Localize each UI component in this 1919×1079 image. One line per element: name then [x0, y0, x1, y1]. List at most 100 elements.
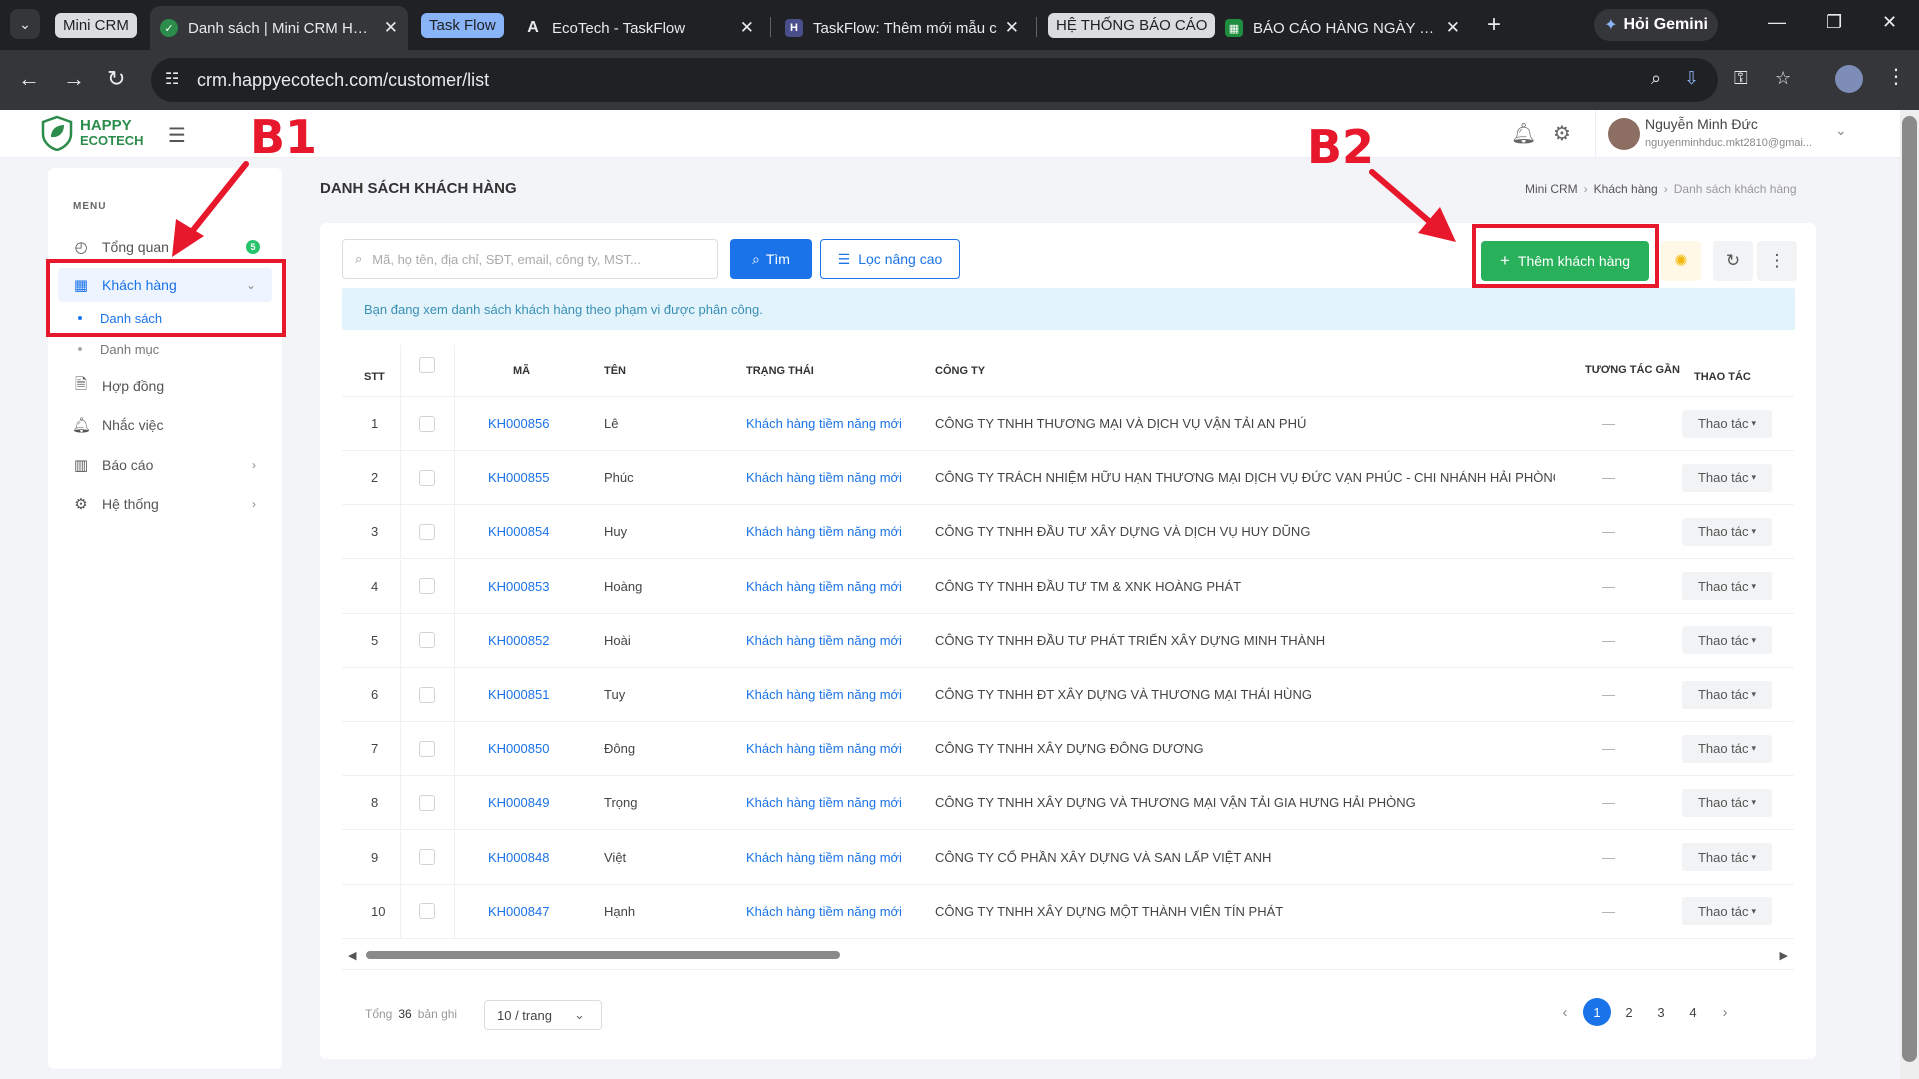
scroll-right-icon[interactable]: ▶ [1780, 949, 1788, 962]
window-close-icon[interactable]: ✕ [1882, 12, 1897, 33]
row-checkbox[interactable] [419, 740, 435, 757]
customer-code-link[interactable]: KH000853 [488, 560, 549, 613]
table-row[interactable]: 7 KH000850 Đông Khách hàng tiềm năng mới CÔN… [342, 722, 1794, 777]
sidebar-item-hop-dong[interactable]: 🗎︎ Hợp đồng [58, 369, 272, 403]
password-key-icon[interactable]: ⚿ [1734, 68, 1748, 89]
scroll-left-icon[interactable]: ◀ [348, 949, 356, 962]
prev-page-icon[interactable]: ‹ [1549, 996, 1581, 1028]
table-row[interactable]: 9 KH000848 Việt Khách hàng tiềm năng mới CÔN… [342, 830, 1794, 885]
page-button-2[interactable]: 2 [1613, 996, 1645, 1028]
table-row[interactable]: 6 KH000851 Tuy Khách hàng tiềm năng mới CÔNG… [342, 668, 1794, 722]
customer-code-link[interactable]: KH000854 [488, 505, 549, 558]
tab-bao-cao-hang-ngay[interactable]: ▦ BÁO CÁO HÀNG NGÀY TE ✕ [1215, 6, 1470, 50]
tab-group-mini-crm[interactable]: Mini CRM [55, 13, 137, 38]
row-checkbox[interactable] [419, 578, 435, 595]
row-checkbox[interactable] [419, 794, 435, 811]
table-row[interactable]: 4 KH000853 Hoàng Khách hàng tiềm năng mới CÔ… [342, 559, 1794, 614]
row-actions-button[interactable]: Thao tác ▾ [1682, 897, 1772, 926]
sidebar-item-nhac-viec[interactable]: 🔔︎ Nhắc việc [58, 408, 272, 442]
breadcrumb-item[interactable]: Mini CRM [1525, 182, 1578, 196]
url-text[interactable]: crm.happyecotech.com/customer/list [197, 70, 489, 91]
customer-code-link[interactable]: KH000851 [488, 668, 549, 721]
table-row[interactable]: 1 KH000856 Lê Khách hàng tiềm năng mới CÔNG … [342, 397, 1794, 451]
row-actions-button[interactable]: Thao tác ▾ [1682, 463, 1772, 492]
address-bar[interactable]: ☷ crm.happyecotech.com/customer/list ⌕ ⇩ [151, 58, 1718, 102]
horizontal-scrollbar[interactable]: ◀ ▶ [342, 948, 1794, 962]
row-actions-button[interactable]: Thao tác ▾ [1682, 843, 1772, 872]
breadcrumb-item[interactable]: Khách hàng [1594, 182, 1658, 196]
page-size-select[interactable]: 10 / trang ⌄ [484, 1000, 602, 1030]
close-icon[interactable]: ✕ [1446, 18, 1460, 38]
back-icon[interactable]: ← [18, 66, 40, 92]
row-actions-button[interactable]: Thao tác ▾ [1682, 788, 1772, 817]
restore-icon[interactable]: ❐ [1826, 12, 1842, 33]
page-button-1[interactable]: 1 [1581, 996, 1613, 1028]
tab-search-button[interactable]: ⌄ [10, 9, 40, 39]
row-checkbox[interactable] [419, 469, 435, 486]
reload-icon[interactable]: ↻ [107, 66, 125, 92]
browser-menu-icon[interactable]: ⋮ [1886, 64, 1906, 89]
row-checkbox[interactable] [419, 415, 435, 432]
customer-code-link[interactable]: KH000848 [488, 831, 549, 884]
page-button-3[interactable]: 3 [1645, 996, 1677, 1028]
tab-ecotech-taskflow[interactable]: A EcoTech - TaskFlow ✕ [514, 6, 764, 50]
theme-toggle-button[interactable]: ✺ [1661, 241, 1701, 281]
install-app-icon[interactable]: ⇩ [1684, 68, 1699, 89]
row-checkbox[interactable] [419, 849, 435, 866]
page-vertical-scrollbar[interactable] [1900, 110, 1919, 1079]
row-checkbox[interactable] [419, 903, 435, 920]
customer-code-link[interactable]: KH000850 [488, 722, 549, 775]
row-actions-button[interactable]: Thao tác ▾ [1682, 680, 1772, 709]
close-icon[interactable]: ✕ [1005, 18, 1019, 38]
zoom-icon[interactable]: ⌕ [1651, 68, 1661, 89]
scrollbar-thumb[interactable] [366, 951, 840, 959]
more-options-button[interactable]: ⋮ [1757, 241, 1797, 281]
scrollbar-thumb[interactable] [1902, 116, 1917, 1062]
notification-bell-icon[interactable]: 🔔︎ [1511, 121, 1536, 146]
ask-gemini-button[interactable]: ✦ Hỏi Gemini [1594, 9, 1718, 41]
happy-ecotech-logo[interactable]: HAPPY ECOTECH [40, 115, 144, 151]
sidebar-item-he-thong[interactable]: ⚙ Hệ thống › [58, 487, 272, 521]
page-button-4[interactable]: 4 [1677, 996, 1709, 1028]
sidebar-subitem-danh-muc[interactable]: Danh mục [78, 337, 159, 361]
settings-gear-icon[interactable]: ⚙ [1553, 121, 1571, 146]
row-checkbox[interactable] [419, 632, 435, 649]
forward-icon[interactable]: → [63, 66, 85, 92]
row-actions-button[interactable]: Thao tác ▾ [1682, 409, 1772, 438]
tab-group-he-thong-bao-cao[interactable]: HỆ THỐNG BÁO CÁO [1048, 13, 1216, 38]
profile-avatar[interactable] [1835, 65, 1863, 93]
search-button[interactable]: ⌕ Tìm [730, 239, 812, 279]
row-actions-button[interactable]: Thao tác ▾ [1682, 626, 1772, 655]
table-row[interactable]: 10 KH000847 Hạnh Khách hàng tiềm năng mới CÔ… [342, 884, 1794, 939]
table-row[interactable]: 3 KH000854 Huy Khách hàng tiềm năng mới CÔNG… [342, 505, 1794, 560]
row-actions-button[interactable]: Thao tác ▾ [1682, 517, 1772, 546]
sidebar-item-bao-cao[interactable]: ▥ Báo cáo › [58, 448, 272, 482]
close-icon[interactable]: ✕ [740, 18, 754, 38]
customer-code-link[interactable]: KH000849 [488, 776, 549, 829]
minimize-icon[interactable]: — [1768, 12, 1786, 33]
advanced-filter-button[interactable]: ☰ Lọc nâng cao [820, 239, 960, 279]
new-tab-button[interactable]: + [1487, 11, 1501, 39]
tab-taskflow-them-moi[interactable]: H TaskFlow: Thêm mới mẫu c ✕ [775, 6, 1029, 50]
refresh-button[interactable]: ↻ [1713, 241, 1753, 281]
tab-danh-sach[interactable]: ✓ Danh sách | Mini CRM Happy ✕ [150, 6, 408, 50]
row-actions-button[interactable]: Thao tác ▾ [1682, 734, 1772, 763]
row-checkbox[interactable] [419, 523, 435, 540]
customer-code-link[interactable]: KH000855 [488, 451, 549, 504]
tab-group-task-flow[interactable]: Task Flow [421, 13, 504, 38]
site-info-icon[interactable]: ☷ [165, 69, 179, 89]
search-input[interactable]: ⌕ Mã, họ tên, địa chỉ, SĐT, email, công … [342, 239, 718, 279]
select-all-checkbox[interactable] [419, 356, 435, 373]
row-checkbox[interactable] [419, 686, 435, 703]
row-actions-button[interactable]: Thao tác ▾ [1682, 572, 1772, 601]
customer-code-link[interactable]: KH000847 [488, 885, 549, 938]
table-row[interactable]: 8 KH000849 Trọng Khách hàng tiềm năng mới CÔ… [342, 776, 1794, 831]
close-icon[interactable]: ✕ [384, 18, 398, 38]
customer-code-link[interactable]: KH000856 [488, 397, 549, 450]
table-row[interactable]: 5 KH000852 Hoài Khách hàng tiềm năng mới CÔN… [342, 613, 1794, 668]
table-row[interactable]: 2 KH000855 Phúc Khách hàng tiềm năng mới CÔN… [342, 451, 1794, 506]
bookmark-star-icon[interactable]: ☆ [1775, 68, 1791, 89]
next-page-icon[interactable]: › [1709, 996, 1741, 1028]
sidebar-toggle-icon[interactable]: ☰ [168, 123, 186, 148]
user-menu[interactable]: Nguyễn Minh Đức nguyenminhduc.mkt2810@gm… [1595, 110, 1859, 158]
